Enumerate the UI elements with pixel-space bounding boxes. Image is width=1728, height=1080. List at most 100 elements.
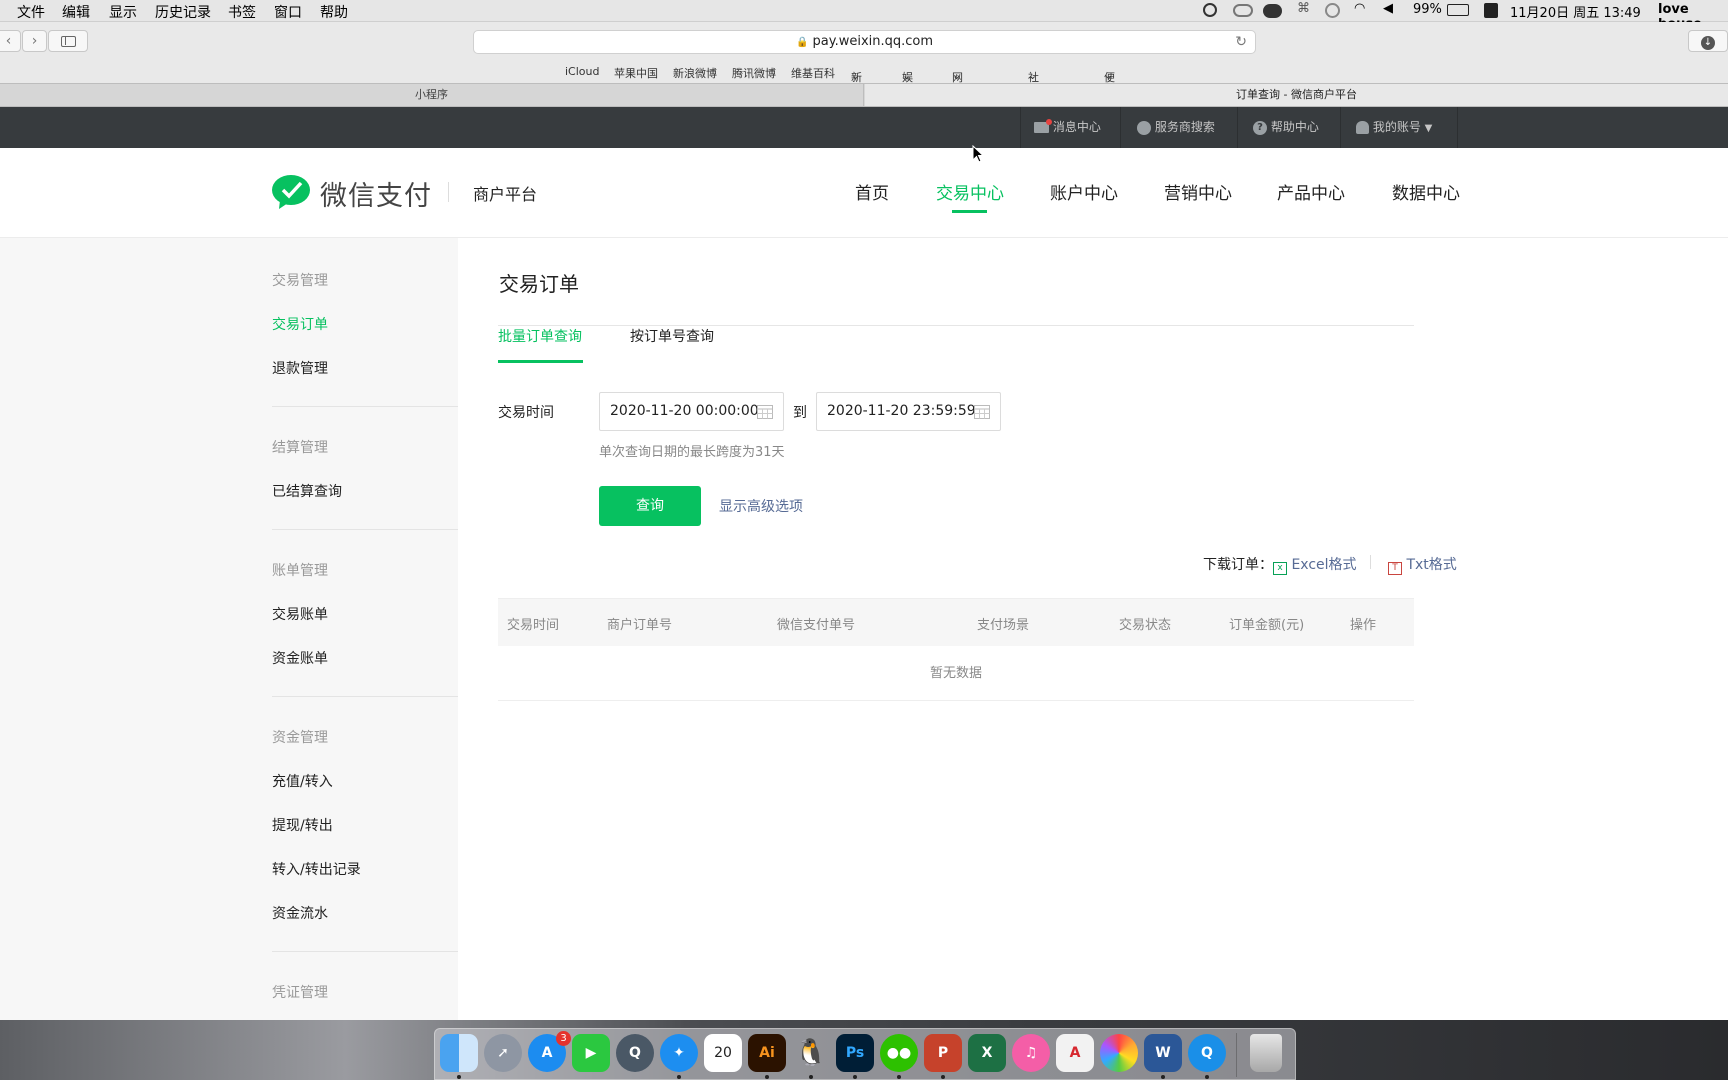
wechat-pay-logo[interactable] (272, 175, 312, 209)
menu-file[interactable]: 文件 (17, 2, 45, 22)
finder-icon[interactable] (440, 1034, 478, 1072)
nav-active-indicator (952, 210, 987, 213)
calendar-menu-icon[interactable] (1484, 3, 1498, 18)
menubar-datetime[interactable]: 11月20日 周五 13:49 (1510, 2, 1641, 21)
reload-icon[interactable]: ↻ (1235, 31, 1247, 53)
menu-help[interactable]: 帮助 (320, 2, 348, 22)
sidebar-item-fund-flow[interactable]: 资金流水 (272, 903, 328, 923)
merchant-topbar: 消息中心 服务商搜索 ? 帮助中心 我的账号 ▼ (0, 107, 1728, 148)
calendar-icon[interactable] (974, 404, 990, 419)
fav-tencent-weibo[interactable]: 腾讯微博 (732, 65, 776, 81)
photos-icon[interactable] (1100, 1034, 1138, 1072)
chevron-down-icon: ⌄ (851, 69, 861, 82)
sidebar-toggle-button[interactable] (48, 30, 88, 52)
illustrator-icon[interactable]: Ai (748, 1034, 786, 1072)
battery-icon[interactable] (1447, 4, 1469, 16)
chevron-down-icon: ⌄ (902, 69, 912, 82)
caret-down-icon: ▼ (1424, 123, 1433, 134)
my-account-menu[interactable]: 我的账号 ▼ (1340, 107, 1458, 148)
itunes-icon[interactable]: ♫ (1012, 1034, 1050, 1072)
tab-mini-program[interactable]: 小程序 (0, 84, 864, 106)
wechat-icon[interactable]: ●● (880, 1034, 918, 1072)
forward-button[interactable]: › (22, 30, 47, 52)
input-method-icon[interactable]: ⌘ (1297, 1, 1310, 16)
menu-edit[interactable]: 编辑 (62, 2, 90, 22)
col-trade-time: 交易时间 (507, 618, 560, 633)
address-bar[interactable]: 🔒 pay.weixin.qq.com ↻ (473, 30, 1256, 54)
download-excel-link[interactable]: x Excel格式 (1273, 554, 1357, 575)
powerpoint-icon[interactable]: P (924, 1034, 962, 1072)
menu-view[interactable]: 显示 (109, 2, 137, 22)
photoshop-icon[interactable]: Ps (836, 1034, 874, 1072)
advanced-options-link[interactable]: 显示高级选项 (719, 496, 803, 516)
wechat-menu-icon[interactable] (1263, 4, 1282, 18)
dock-bar: ➚ A 3 ▶ Q ✦ 20 Ai 🐧 Ps ●● P X ♫ A W Q (434, 1028, 1296, 1080)
acrobat-icon[interactable]: A (1056, 1034, 1094, 1072)
sidebar-group-settlement: 结算管理 (272, 440, 328, 456)
fav-sina-weibo[interactable]: 新浪微博 (673, 65, 717, 81)
query-button[interactable]: 查询 (599, 486, 701, 526)
fav-wikipedia[interactable]: 维基百科 (791, 65, 835, 81)
nav-account-center[interactable]: 账户中心 (1050, 179, 1118, 204)
calendar-icon[interactable] (757, 404, 773, 419)
launchpad-icon[interactable]: ➚ (484, 1034, 522, 1072)
running-indicator (765, 1075, 769, 1079)
tab-batch-query[interactable]: 批量订单查询 (498, 326, 582, 346)
sidebar-divider (272, 951, 458, 952)
qq-icon[interactable]: 🐧 (792, 1034, 830, 1072)
menu-window[interactable]: 窗口 (274, 2, 302, 22)
sidebar-item-settled-query[interactable]: 已结算查询 (272, 481, 342, 501)
downloads-button[interactable]: ↓ (1688, 30, 1728, 52)
facetime-icon[interactable]: ▶ (572, 1034, 610, 1072)
sidebar-item-refunds[interactable]: 退款管理 (272, 358, 328, 378)
excel-icon[interactable]: X (968, 1034, 1006, 1072)
nav-data-center[interactable]: 数据中心 (1392, 179, 1460, 204)
menu-bookmarks[interactable]: 书签 (228, 2, 256, 22)
start-time-input[interactable]: 2020-11-20 00:00:00 (599, 392, 784, 431)
safari-icon[interactable]: ✦ (660, 1034, 698, 1072)
nav-marketing-center[interactable]: 营销中心 (1164, 179, 1232, 204)
qq-browser-icon[interactable]: Q (1188, 1034, 1226, 1072)
running-indicator (457, 1075, 461, 1079)
sidebar-divider (272, 406, 458, 407)
nav-product-center[interactable]: 产品中心 (1277, 179, 1345, 204)
fav-apple-china[interactable]: 苹果中国 (614, 65, 658, 81)
sidebar-item-transfer-records[interactable]: 转入/转出记录 (272, 859, 361, 879)
sidebar-item-transaction-bill[interactable]: 交易账单 (272, 604, 328, 624)
trash-icon[interactable] (1250, 1034, 1282, 1072)
calendar-day: 20 (714, 1045, 732, 1061)
fav-icloud[interactable]: iCloud (565, 65, 599, 78)
excel-file-icon: x (1273, 562, 1287, 575)
provider-search-link[interactable]: 服务商搜索 (1120, 107, 1237, 148)
sidebar-item-fund-bill[interactable]: 资金账单 (272, 648, 328, 668)
nav-home[interactable]: 首页 (855, 179, 889, 204)
dock-separator (1236, 1033, 1237, 1077)
tab-order-query[interactable]: 订单查询 - 微信商户平台 (865, 84, 1728, 106)
sidebar-item-withdraw[interactable]: 提现/转出 (272, 815, 333, 835)
message-center-link[interactable]: 消息中心 (1020, 107, 1120, 148)
download-txt-link[interactable]: T Txt格式 (1388, 554, 1457, 575)
favorites-bar: iCloud 苹果中国 新浪微博 腾讯微博 维基百科 新闻 ⌄ 娱乐 ⌄ 网购.… (0, 61, 1728, 132)
help-center-link[interactable]: ? 帮助中心 (1237, 107, 1340, 148)
end-time-input[interactable]: 2020-11-20 23:59:59 (816, 392, 1001, 431)
running-indicator (1161, 1075, 1165, 1079)
sidebar-group-bills: 账单管理 (272, 563, 328, 579)
sidebar-item-transaction-orders[interactable]: 交易订单 (272, 314, 328, 334)
nav-transaction-center[interactable]: 交易中心 (936, 179, 1004, 204)
quicktime-icon[interactable]: Q (616, 1034, 654, 1072)
wifi-icon[interactable]: ◠ (1354, 1, 1365, 16)
chevron-down-icon: ⌄ (952, 69, 962, 82)
time-machine-icon[interactable] (1325, 3, 1340, 18)
back-button[interactable]: ‹ (0, 30, 21, 52)
tab-order-number-query[interactable]: 按订单号查询 (630, 326, 714, 346)
sidebar-item-recharge[interactable]: 充值/转入 (272, 771, 333, 791)
page-title: 交易订单 (499, 272, 579, 296)
calendar-dock-icon[interactable]: 20 (704, 1034, 742, 1072)
creative-cloud-icon[interactable] (1233, 4, 1253, 17)
logo-text: 微信支付 (320, 181, 432, 212)
wechat-pay-logo-icon (272, 175, 310, 209)
menu-history[interactable]: 历史记录 (155, 2, 211, 22)
volume-icon[interactable]: ◀ (1383, 1, 1393, 16)
record-icon[interactable] (1203, 3, 1217, 17)
word-icon[interactable]: W (1144, 1034, 1182, 1072)
